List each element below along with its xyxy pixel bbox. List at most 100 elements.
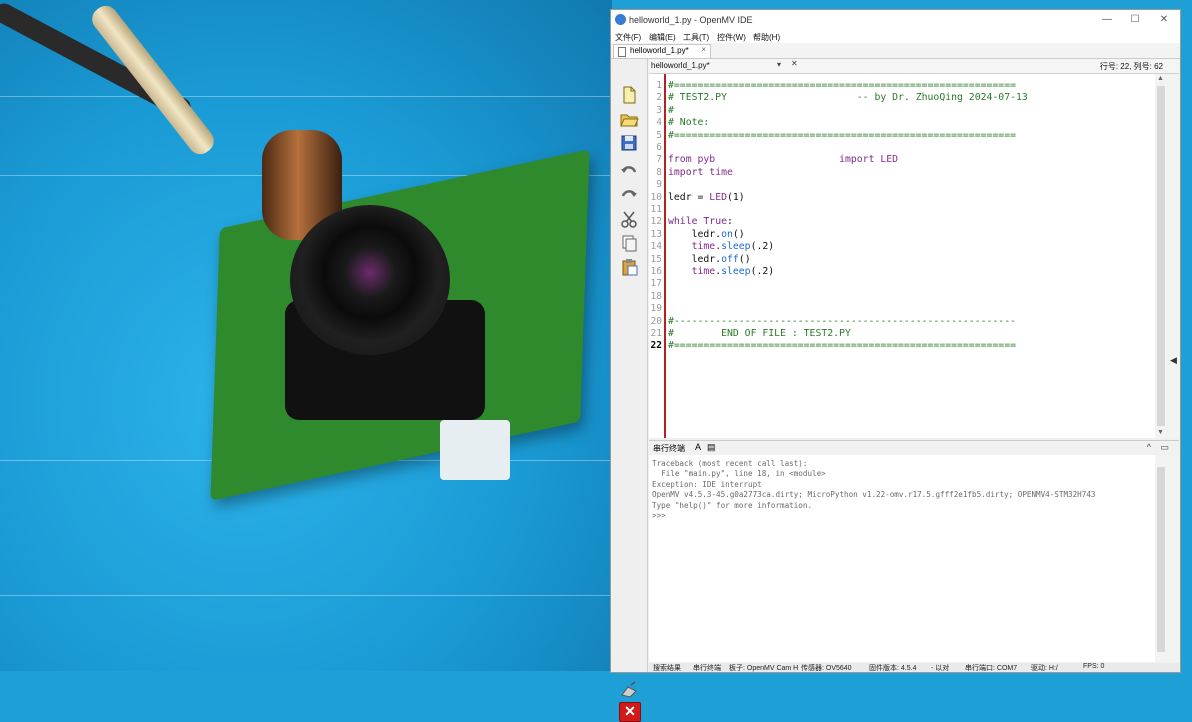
line-number: 13 [650, 228, 662, 240]
code-line: while True: [668, 216, 733, 228]
line-number: 5 [656, 129, 662, 141]
camera-photo-background [0, 0, 612, 671]
file-icon [618, 47, 626, 57]
window-title: helloworld_1.py - OpenMV IDE [629, 15, 753, 25]
code-line: from pyb import LED [668, 154, 899, 166]
line-number: 11 [650, 204, 662, 215]
code-line: #=======================================… [668, 80, 1016, 91]
close-editor-icon[interactable]: ✕ [791, 59, 798, 68]
openmv-ide-window: helloworld_1.py - OpenMV IDE — ☐ ✕ 文件(F)… [610, 9, 1181, 722]
terminal-header: 串行终端 A ▤ ^ ▭ [649, 440, 1179, 456]
cut-icon[interactable] [619, 209, 639, 229]
terminal-line: Exception: IDE interrupt [652, 479, 762, 489]
mat-grid-line [0, 96, 612, 97]
serial-terminal[interactable]: Traceback (most recent call last): File … [649, 455, 1155, 662]
connect-icon[interactable] [619, 681, 639, 699]
line-number: 19 [650, 303, 662, 315]
terminal-save-icon[interactable]: ▤ [707, 442, 716, 453]
menu-tools[interactable]: 工具(T) [683, 32, 709, 43]
close-window-button[interactable]: ✕ [1152, 12, 1176, 28]
code-editor[interactable]: 1 2 3 4 5 6 7 8 9 10 11 12 13 14 15 16 17 18 19 20 21 22 #===… [649, 74, 1155, 438]
terminal-line: >>> [652, 511, 666, 520]
scroll-up-icon[interactable]: ▲ [1157, 75, 1164, 82]
line-number: 6 [656, 142, 662, 153]
code-line: ledr.off() [668, 253, 751, 265]
code-line: time.sleep(.2) [691, 241, 775, 253]
line-number: 2 [656, 92, 662, 104]
terminal-scrollbar[interactable] [1155, 455, 1179, 662]
title-bar: helloworld_1.py - OpenMV IDE — ☐ ✕ [611, 10, 1180, 30]
save-icon[interactable] [619, 133, 639, 153]
copy-icon[interactable] [619, 233, 639, 253]
redo-icon[interactable] [619, 185, 639, 205]
code-line: import time [668, 166, 733, 178]
editor-filename: helloworld_1.py* [651, 61, 710, 70]
line-number: 14 [650, 241, 662, 253]
tab-label: helloworld_1.py* [630, 46, 689, 55]
side-panel-toggle-icon[interactable]: ◀ [1170, 355, 1177, 366]
openmv-logo-icon [615, 14, 626, 25]
line-number: 17 [650, 278, 662, 290]
line-number: 18 [650, 290, 662, 302]
scroll-down-icon[interactable]: ▼ [1157, 429, 1164, 436]
code-line: time.sleep(.2) [691, 266, 775, 277]
code-line: # TEST2.PY -- by Dr. ZhuoQing 2024-07-13 [668, 92, 1028, 104]
terminal-line: File "main.py", line 18, in <module> [652, 469, 826, 479]
line-number: 7 [656, 154, 662, 166]
line-number: 21 [650, 328, 662, 339]
line-number: 15 [650, 253, 662, 265]
paste-icon[interactable] [619, 257, 639, 277]
terminal-line: OpenMV v4.5.3-45.g0a2773ca.dirty; MicroP… [652, 490, 1096, 500]
line-number: 12 [650, 216, 662, 228]
code-line: #=======================================… [668, 340, 1016, 352]
maximize-pane-icon[interactable]: ▭ [1160, 442, 1169, 453]
camera-lens [290, 205, 450, 355]
terminal-title: 串行终端 [653, 444, 685, 453]
line-number: 10 [650, 191, 662, 203]
menu-file[interactable]: 文件(F) [615, 32, 641, 43]
line-number: 9 [656, 179, 662, 191]
line-number: 1 [656, 80, 662, 91]
line-number: 3 [656, 104, 662, 116]
minimize-button[interactable]: — [1095, 12, 1119, 28]
code-line: # END OF FILE : TEST2.PY [668, 328, 851, 339]
code-line: # [668, 104, 674, 116]
code-line: #---------------------------------------… [668, 315, 1016, 327]
stop-icon[interactable]: ✕ [619, 702, 641, 722]
open-folder-icon[interactable] [619, 109, 639, 129]
cursor-position: 行号: 22, 列号: 62 [1099, 62, 1163, 71]
mat-grid-line [0, 595, 612, 596]
terminal-scroll-thumb[interactable] [1157, 467, 1165, 652]
file-tab-bar: helloworld_1.py* × [611, 43, 1180, 59]
line-number: 8 [656, 166, 662, 178]
connector-clip [440, 420, 510, 480]
line-number-gutter: 1 2 3 4 5 6 7 8 9 10 11 12 13 14 15 16 17 18 19 20 21 22 [649, 74, 666, 438]
left-toolbar: ✕ [611, 59, 648, 722]
code-line: #=======================================… [668, 129, 1016, 141]
menu-widgets[interactable]: 控件(W) [717, 32, 746, 43]
terminal-line: Type "help()" for more information. [652, 500, 813, 510]
code-line: ledr.on() [668, 228, 745, 240]
menu-edit[interactable]: 编辑(E) [649, 32, 676, 43]
close-tab-icon[interactable]: × [701, 45, 706, 54]
code-line: ledr = LED(1) [668, 191, 745, 203]
terminal-line: Traceback (most recent call last): [652, 459, 808, 468]
editor-scrollbar[interactable]: ▲ ▼ [1155, 74, 1179, 438]
maximize-button[interactable]: ☐ [1123, 12, 1147, 28]
undo-icon[interactable] [619, 161, 639, 181]
menu-help[interactable]: 帮助(H) [753, 32, 780, 43]
line-number: 22 [650, 340, 662, 352]
line-number: 20 [650, 315, 662, 327]
file-dropdown-icon[interactable]: ▾ [777, 60, 781, 69]
new-file-icon[interactable] [619, 85, 639, 105]
menu-bar: 文件(F) 编辑(E) 工具(T) 控件(W) 帮助(H) [611, 30, 1180, 43]
editor-header: helloworld_1.py* ▾ ✕ 行号: 22, 列号: 62 [649, 59, 1179, 74]
status-field: FPS: 0 [1083, 663, 1105, 670]
line-number: 4 [656, 117, 662, 129]
terminal-font-icon[interactable]: A [695, 442, 701, 452]
collapse-icon[interactable]: ^ [1147, 442, 1151, 452]
editor-scroll-thumb[interactable] [1157, 86, 1165, 426]
line-number: 16 [650, 266, 662, 277]
code-line: # Note: [668, 117, 710, 129]
tab-helloworld[interactable]: helloworld_1.py* × [613, 44, 711, 59]
